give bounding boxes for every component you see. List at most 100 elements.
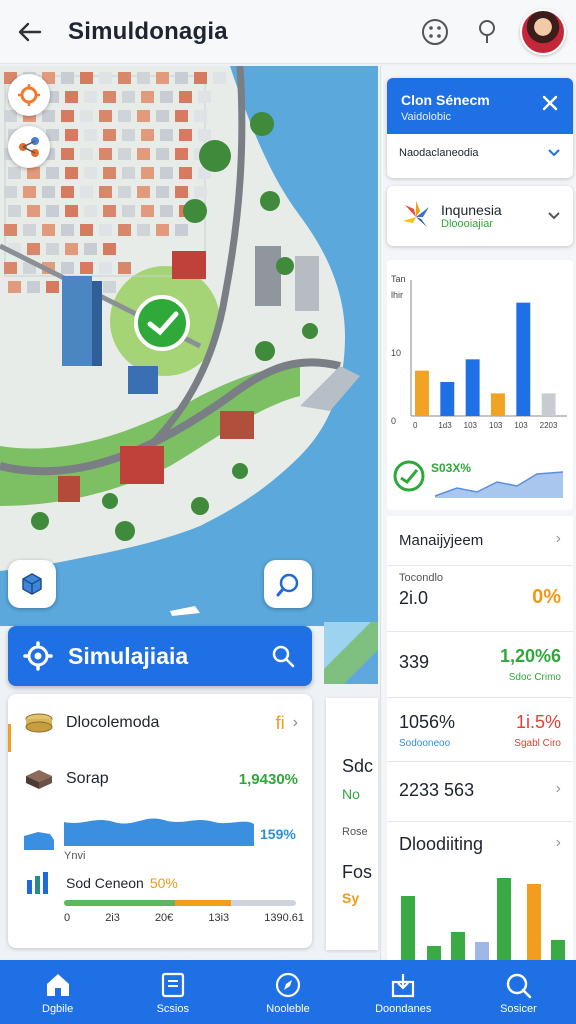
chevron-right-icon: › (555, 834, 561, 851)
city-block (122, 205, 135, 217)
city-block (118, 262, 131, 274)
region-select[interactable]: Naodaclaneodia (387, 134, 573, 172)
region-dialog: Clon Sénecm Vaidolobic Naodaclaneodia (387, 78, 573, 178)
city-block (175, 110, 188, 122)
city-block (194, 72, 207, 84)
chevron-right-icon: › (555, 780, 561, 797)
list-item-r2[interactable]: 339 1,20%6 Sdoc Crimo (387, 632, 573, 698)
city-block (42, 224, 55, 236)
gear-icon[interactable] (22, 640, 54, 672)
city-block (23, 186, 36, 198)
nav-item-doondanes[interactable]: Doondanes (346, 960, 461, 1024)
nav-label: Nooleble (266, 1002, 310, 1015)
list-sub: Sgabl Ciro (514, 738, 561, 749)
header-actions (416, 8, 566, 55)
row-label: Dlocolemoda (66, 714, 160, 731)
country-title: Inqunesia (441, 202, 502, 218)
country-card[interactable]: Inqunesia Dloooiajiar (387, 186, 573, 246)
bar-chart-icon (27, 872, 48, 894)
city-block (141, 167, 154, 179)
pin-icon[interactable] (468, 13, 506, 51)
city-block (27, 205, 40, 217)
accent-bar (8, 724, 11, 752)
badge-label: S03X% (431, 461, 471, 475)
simulation-search-bar[interactable]: Simulajiaia (8, 626, 312, 686)
list-item-r4[interactable]: 2233 563 › (387, 762, 573, 822)
city-block (61, 186, 74, 198)
list-pct: 1i.5% (515, 712, 561, 732)
download-icon (392, 973, 415, 997)
x-tick-label: 1d3 (438, 421, 452, 430)
nav-label: Scsios (156, 1002, 189, 1015)
bar-series-1 (491, 393, 505, 416)
page-title: Simuldonagia (68, 17, 228, 45)
chevron-down-icon[interactable] (547, 211, 561, 221)
row-label: Sorap (66, 770, 109, 787)
city-block (65, 167, 78, 179)
city-block (80, 110, 93, 122)
list-item-management[interactable]: Manaijyjeem › (387, 516, 573, 566)
list-item-tocondlo[interactable]: Tocondlo 2i.0 0% (387, 566, 573, 632)
home-icon (46, 973, 69, 996)
city-block (137, 72, 150, 84)
peek-line: Fos (342, 862, 373, 882)
list-pct: 1,20%6 (499, 646, 561, 666)
map-thumbnail[interactable] (324, 622, 378, 684)
nav-item-sosicer[interactable]: Sosicer (461, 960, 576, 1024)
city-block (99, 224, 112, 236)
tick-label: 20€ (154, 912, 174, 924)
chevron-right-icon[interactable]: › (293, 714, 298, 732)
close-icon[interactable] (541, 94, 559, 112)
country-subtitle: Dloooiajiar (441, 218, 493, 230)
city-block (46, 281, 59, 293)
city-block (80, 148, 93, 160)
cube-icon (26, 770, 52, 789)
tick-label: 1390.61 (264, 912, 304, 924)
city-block (84, 129, 97, 141)
city-block (103, 281, 116, 293)
city-block (118, 72, 131, 84)
city-block (80, 262, 93, 274)
peek-line: Sy (342, 890, 360, 906)
peek-line: Rose (342, 826, 368, 838)
list-item-r3[interactable]: 1056% Sodooneoo 1i.5% Sgabl Ciro (387, 698, 573, 762)
row-dlocolemoda[interactable]: Dlocolemoda fi › (24, 712, 298, 734)
peek-card[interactable]: Sdc No Rose Fos Sy (326, 698, 378, 950)
bar-series-1 (415, 370, 429, 416)
row-sod-ceneon[interactable]: Sod Ceneon 50% (24, 872, 298, 894)
avatar[interactable] (520, 8, 566, 55)
city-block (46, 205, 59, 217)
city-block (179, 167, 192, 179)
list-value: 2i.0 (399, 588, 429, 608)
list-item-r5[interactable]: Dloodiiting › (387, 822, 573, 960)
city-block (46, 167, 59, 179)
app-header: Simuldonagia (0, 0, 576, 64)
city-block (103, 91, 116, 103)
sparkline-value: 159% (260, 826, 296, 842)
compass-map-icon[interactable] (264, 560, 312, 608)
city-block (103, 167, 116, 179)
share-icon[interactable] (8, 126, 50, 168)
locate-icon[interactable] (8, 74, 50, 116)
right-panel: Clon Sénecm Vaidolobic Naodaclaneodia In… (380, 66, 576, 960)
back-arrow-icon[interactable] (10, 12, 50, 52)
city-block (84, 91, 97, 103)
progress-ticks: 0 2i3 20€ 13i3 1390.61 (64, 912, 304, 924)
nav-item-scsios[interactable]: Scsios (115, 960, 230, 1024)
city-block (99, 110, 112, 122)
tick-label: 0 (64, 912, 71, 924)
city-block (179, 129, 192, 141)
search-icon[interactable] (270, 643, 296, 669)
dialog-title: Clon Sénecm (401, 92, 490, 108)
layers-icon[interactable] (8, 560, 56, 608)
grid-icon[interactable] (416, 13, 454, 51)
city-block (156, 110, 169, 122)
city-block (80, 224, 93, 236)
nav-item-home[interactable]: Dgbile (0, 960, 115, 1024)
city-block (65, 91, 78, 103)
nav-item-nooleble[interactable]: Nooleble (230, 960, 345, 1024)
nav-label: Sosicer (500, 1002, 537, 1015)
city-map[interactable] (0, 66, 378, 626)
progress-orange (175, 900, 232, 906)
row-sorap[interactable]: Sorap 1,9430% (24, 768, 298, 790)
